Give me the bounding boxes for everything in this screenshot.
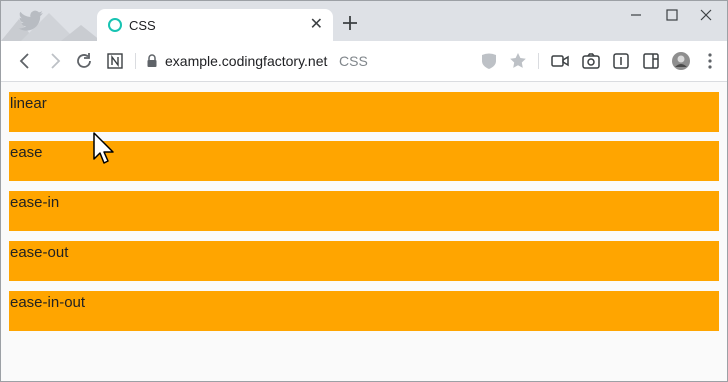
address-bar-url[interactable]: example.codingfactory.net: [165, 53, 327, 69]
sidebar-icon[interactable]: [641, 51, 661, 71]
lock-icon[interactable]: [146, 54, 158, 68]
forward-icon[interactable]: [45, 51, 65, 71]
transition-bar-ease-out: ease-out: [9, 241, 719, 281]
tab-favicon-icon: [108, 18, 122, 32]
mountains-decoration: [1, 13, 101, 41]
back-icon[interactable]: [15, 51, 35, 71]
bar-label: ease-in: [10, 194, 60, 211]
page-content: linear ease ease-in ease-out ease-in-out: [1, 82, 727, 381]
new-tab-icon[interactable]: [341, 14, 359, 32]
notion-icon[interactable]: [105, 51, 125, 71]
transition-bar-ease-in-out: ease-in-out: [9, 291, 719, 331]
reload-icon[interactable]: [74, 51, 94, 71]
separator: [135, 53, 136, 69]
bar-label: ease-in-out: [10, 294, 86, 311]
bar-label: ease: [10, 144, 43, 161]
browser-window: CSS ✕ example.codingfactory.net CSS line…: [0, 0, 728, 382]
tab-title: CSS: [129, 18, 156, 33]
cursor-icon: [93, 132, 114, 164]
bird-logo-icon: [18, 10, 43, 31]
shield-icon[interactable]: [479, 51, 499, 71]
transition-bar-ease: ease: [9, 141, 719, 181]
maximize-icon[interactable]: [657, 5, 687, 25]
menu-icon[interactable]: [700, 51, 720, 71]
separator: [538, 53, 539, 69]
address-bar-page-title: CSS: [339, 53, 368, 69]
bar-label: ease-out: [10, 244, 69, 261]
title-bar: CSS ✕: [1, 1, 727, 42]
tab-close-icon[interactable]: ✕: [310, 15, 323, 35]
transition-bar-linear: linear: [9, 92, 719, 132]
toolbar: example.codingfactory.net CSS: [1, 41, 727, 82]
tab-css[interactable]: CSS ✕: [97, 9, 333, 42]
transition-bar-ease-in: ease-in: [9, 191, 719, 231]
minimize-icon[interactable]: [621, 5, 651, 25]
avatar[interactable]: [671, 51, 691, 71]
close-window-icon[interactable]: [691, 5, 721, 25]
reader-icon[interactable]: [611, 51, 631, 71]
star-icon[interactable]: [508, 51, 528, 71]
bar-label: linear: [10, 95, 47, 112]
video-icon[interactable]: [550, 51, 570, 71]
camera-icon[interactable]: [581, 51, 601, 71]
